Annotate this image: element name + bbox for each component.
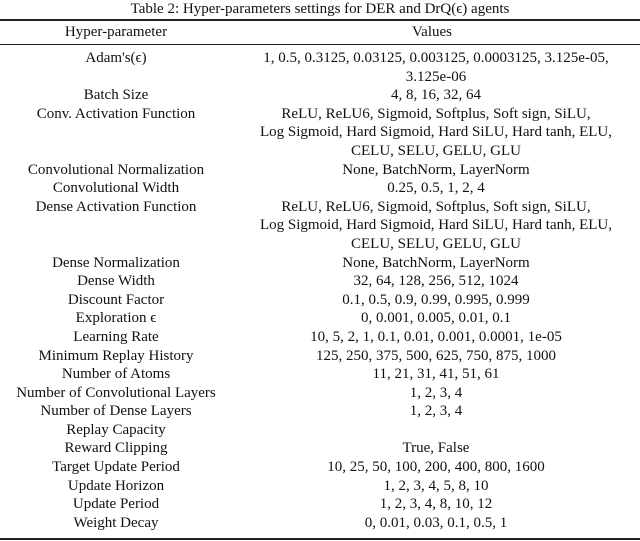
param-name-cell: Dense Width	[77, 273, 155, 290]
table-row: Discount Factor 0.1, 0.5, 0.9, 0.99, 0.99…	[0, 291, 640, 310]
table-row: Weight Decay 0, 0.01, 0.03, 0.1, 0.5, 1	[0, 514, 640, 533]
value-line: 4, 8, 16, 32, 64	[391, 87, 481, 104]
param-name-cell: Exploration ϵ	[75, 310, 157, 327]
param-values-cell: ReLU, ReLU6, Sigmoid, Softplus, Soft sig…	[232, 105, 640, 161]
table-row: Update Period 1, 2, 3, 4, 8, 10, 12	[0, 495, 640, 514]
param-values-cell: 1, 2, 3, 4	[232, 384, 640, 403]
param-values-cell: 1, 2, 3, 4, 8, 10, 12	[232, 495, 640, 514]
table-row: Reward Clipping True, False	[0, 439, 640, 458]
header-rule	[0, 44, 640, 45]
param-name-cell: Weight Decay	[73, 514, 159, 531]
param-values-cell: 1, 2, 3, 4	[232, 402, 640, 421]
value-line: 0.25, 0.5, 1, 2, 4	[387, 180, 485, 197]
param-name-cell: Batch Size	[83, 87, 149, 104]
param-name-cell: Reward Clipping	[64, 440, 168, 457]
value-line: ReLU, ReLU6, Sigmoid, Softplus, Soft sig…	[281, 198, 591, 215]
param-name-cell: Learning Rate	[73, 328, 159, 345]
hyperparameter-table: Adam's(ϵ) 1, 0.5, 0.3125, 0.03125, 0.0031…	[0, 49, 640, 532]
column-header-values: Values	[412, 24, 452, 40]
value-line: 125, 250, 375, 500, 625, 750, 875, 1000	[316, 347, 556, 364]
value-line	[232, 421, 640, 440]
param-values-cell: 11, 21, 31, 41, 51, 61	[232, 365, 640, 384]
param-name-cell: Update Horizon	[67, 477, 165, 494]
value-line: 11, 21, 31, 41, 51, 61	[372, 366, 500, 383]
value-line: True, False	[402, 440, 470, 457]
value-line: 32, 64, 128, 256, 512, 1024	[353, 273, 519, 290]
param-name-cell: Update Period	[72, 496, 160, 513]
param-values-cell: 125, 250, 375, 500, 625, 750, 875, 1000	[232, 347, 640, 366]
param-name-cell: Convolutional Normalization	[27, 161, 205, 178]
top-rule	[0, 19, 640, 21]
value-line: ReLU, ReLU6, Sigmoid, Softplus, Soft sig…	[281, 105, 591, 122]
param-values-cell: 1, 0.5, 0.3125, 0.03125, 0.003125, 0.000…	[232, 49, 640, 86]
param-name-cell: Minimum Replay History	[38, 347, 194, 364]
table-row: Convolutional Normalization None, BatchNo…	[0, 161, 640, 180]
param-name-cell: Adam's(ϵ)	[85, 50, 147, 66]
param-values-cell: True, False	[232, 439, 640, 458]
table-row: Dense Normalization None, BatchNorm, Laye…	[0, 254, 640, 273]
table-caption: Table 2: Hyper-parameters settings for D…	[130, 1, 510, 17]
value-line: CELU, SELU, GELU, GLU	[351, 235, 521, 252]
param-values-cell: 0, 0.01, 0.03, 0.1, 0.5, 1	[232, 514, 640, 533]
table-row: Minimum Replay History 125, 250, 375, 500…	[0, 347, 640, 366]
param-name-cell: Replay Capacity	[66, 421, 166, 438]
table-row: Conv. Activation Function ReLU, ReLU6, Si…	[0, 105, 640, 161]
table-row: Target Update Period 10, 25, 50, 100, 200…	[0, 458, 640, 477]
value-line: 0, 0.01, 0.03, 0.1, 0.5, 1	[364, 514, 508, 531]
value-line: 1, 2, 3, 4, 8, 10, 12	[379, 496, 493, 513]
table-row: Number of Dense Layers 1, 2, 3, 4	[0, 402, 640, 421]
param-values-cell: None, BatchNorm, LayerNorm	[232, 161, 640, 180]
value-line: Log Sigmoid, Hard Sigmoid, Hard SiLU, Ha…	[259, 124, 613, 141]
table-row: Adam's(ϵ) 1, 0.5, 0.3125, 0.03125, 0.0031…	[0, 49, 640, 86]
param-values-cell: ReLU, ReLU6, Sigmoid, Softplus, Soft sig…	[232, 198, 640, 254]
param-name-cell: Number of Convolutional Layers	[16, 384, 216, 401]
value-line: None, BatchNorm, LayerNorm	[342, 254, 530, 271]
value-line: 10, 25, 50, 100, 200, 400, 800, 1600	[327, 459, 545, 476]
param-values-cell: 4, 8, 16, 32, 64	[232, 86, 640, 105]
table-row: Number of Convolutional Layers 1, 2, 3, 4	[0, 384, 640, 403]
value-line: 0, 0.001, 0.005, 0.01, 0.1	[361, 310, 511, 327]
param-values-cell: 0.1, 0.5, 0.9, 0.99, 0.995, 0.999	[232, 291, 640, 310]
column-header-hyper-parameter: Hyper-parameter	[64, 24, 168, 40]
param-values-cell: 0, 0.001, 0.005, 0.01, 0.1	[232, 309, 640, 328]
param-name-cell: Discount Factor	[67, 291, 165, 308]
value-line: 1, 2, 3, 4	[409, 384, 463, 401]
value-line: CELU, SELU, GELU, GLU	[351, 142, 521, 159]
table-row: Exploration ϵ 0, 0.001, 0.005, 0.01, 0.1	[0, 309, 640, 328]
param-name-cell: Dense Normalization	[52, 254, 180, 271]
param-name-cell: Number of Dense Layers	[40, 403, 192, 420]
table-row: Update Horizon 1, 2, 3, 4, 5, 8, 10	[0, 477, 640, 496]
param-name-cell: Number of Atoms	[61, 366, 171, 383]
table-row: Dense Width 32, 64, 128, 256, 512, 1024	[0, 272, 640, 291]
param-values-cell: 0.25, 0.5, 1, 2, 4	[232, 179, 640, 198]
param-values-cell: 10, 5, 2, 1, 0.1, 0.01, 0.001, 0.0001, 1…	[232, 328, 640, 347]
param-values-cell	[232, 421, 640, 440]
value-line: 10, 5, 2, 1, 0.1, 0.01, 0.001, 0.0001, 1…	[310, 328, 562, 345]
param-name-cell: Convolutional Width	[52, 180, 180, 197]
table-body: Adam's(ϵ) 1, 0.5, 0.3125, 0.03125, 0.0031…	[0, 49, 640, 532]
table-row: Batch Size 4, 8, 16, 32, 64	[0, 86, 640, 105]
param-values-cell: 32, 64, 128, 256, 512, 1024	[232, 272, 640, 291]
table-row: Convolutional Width 0.25, 0.5, 1, 2, 4	[0, 179, 640, 198]
param-name-cell: Target Update Period	[52, 459, 180, 476]
table-row: Dense Activation Function ReLU, ReLU6, Si…	[0, 198, 640, 254]
value-line: 3.125e-06	[405, 68, 467, 85]
param-values-cell: None, BatchNorm, LayerNorm	[232, 254, 640, 273]
param-name-cell: Dense Activation Function	[35, 198, 197, 215]
value-line: 1, 0.5, 0.3125, 0.03125, 0.003125, 0.000…	[263, 50, 609, 66]
table-row: Number of Atoms 11, 21, 31, 41, 51, 61	[0, 365, 640, 384]
value-line: 1, 2, 3, 4, 5, 8, 10	[383, 477, 489, 494]
bottom-rule	[0, 538, 640, 540]
value-line: 1, 2, 3, 4	[409, 403, 463, 420]
value-line: None, BatchNorm, LayerNorm	[342, 161, 530, 178]
param-name-cell: Conv. Activation Function	[36, 105, 196, 122]
table-row: Replay Capacity	[0, 421, 640, 440]
value-line: Log Sigmoid, Hard Sigmoid, Hard SiLU, Ha…	[259, 217, 613, 234]
param-values-cell: 10, 25, 50, 100, 200, 400, 800, 1600	[232, 458, 640, 477]
param-values-cell: 1, 2, 3, 4, 5, 8, 10	[232, 477, 640, 496]
table-row: Learning Rate 10, 5, 2, 1, 0.1, 0.01, 0.0…	[0, 328, 640, 347]
value-line: 0.1, 0.5, 0.9, 0.99, 0.995, 0.999	[342, 291, 530, 308]
